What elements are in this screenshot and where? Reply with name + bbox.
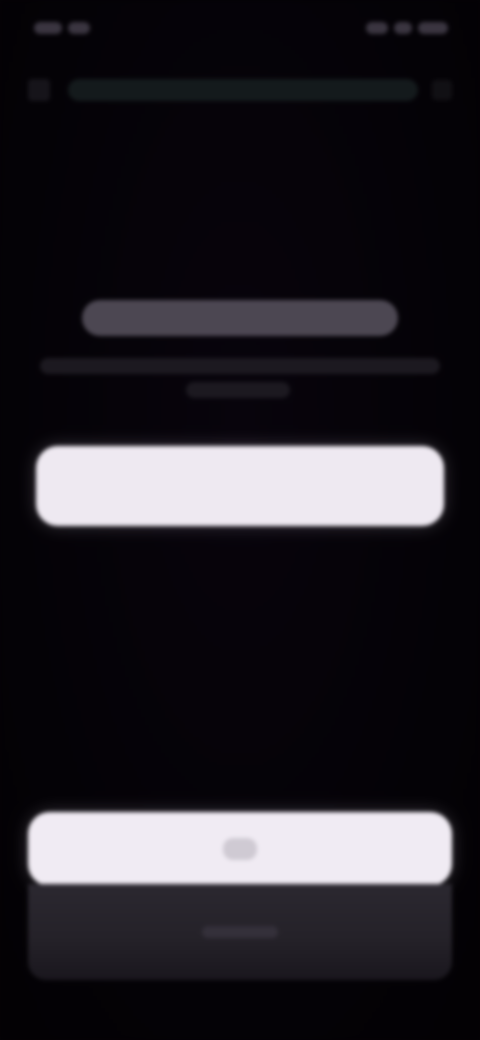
page-subtitle	[40, 358, 440, 374]
bottom-action-button[interactable]	[28, 812, 452, 886]
button-icon	[223, 838, 257, 860]
panel-hint	[202, 926, 278, 938]
status-time	[34, 18, 118, 38]
back-icon[interactable]	[28, 79, 50, 101]
page-title	[82, 300, 398, 336]
screen	[0, 0, 480, 1040]
close-icon[interactable]	[432, 80, 452, 100]
primary-action-button[interactable]	[36, 446, 444, 526]
status-indicators	[350, 18, 448, 38]
time-glyphs	[68, 22, 90, 34]
address-bar[interactable]	[68, 79, 418, 101]
status-bar	[0, 14, 480, 44]
page-subtitle-continued	[186, 382, 290, 398]
signal-icon	[366, 22, 388, 34]
browser-top-bar	[28, 70, 452, 110]
wifi-icon	[394, 22, 412, 34]
bottom-panel	[28, 884, 452, 980]
time-glyphs	[34, 22, 62, 34]
battery-icon	[418, 22, 448, 34]
